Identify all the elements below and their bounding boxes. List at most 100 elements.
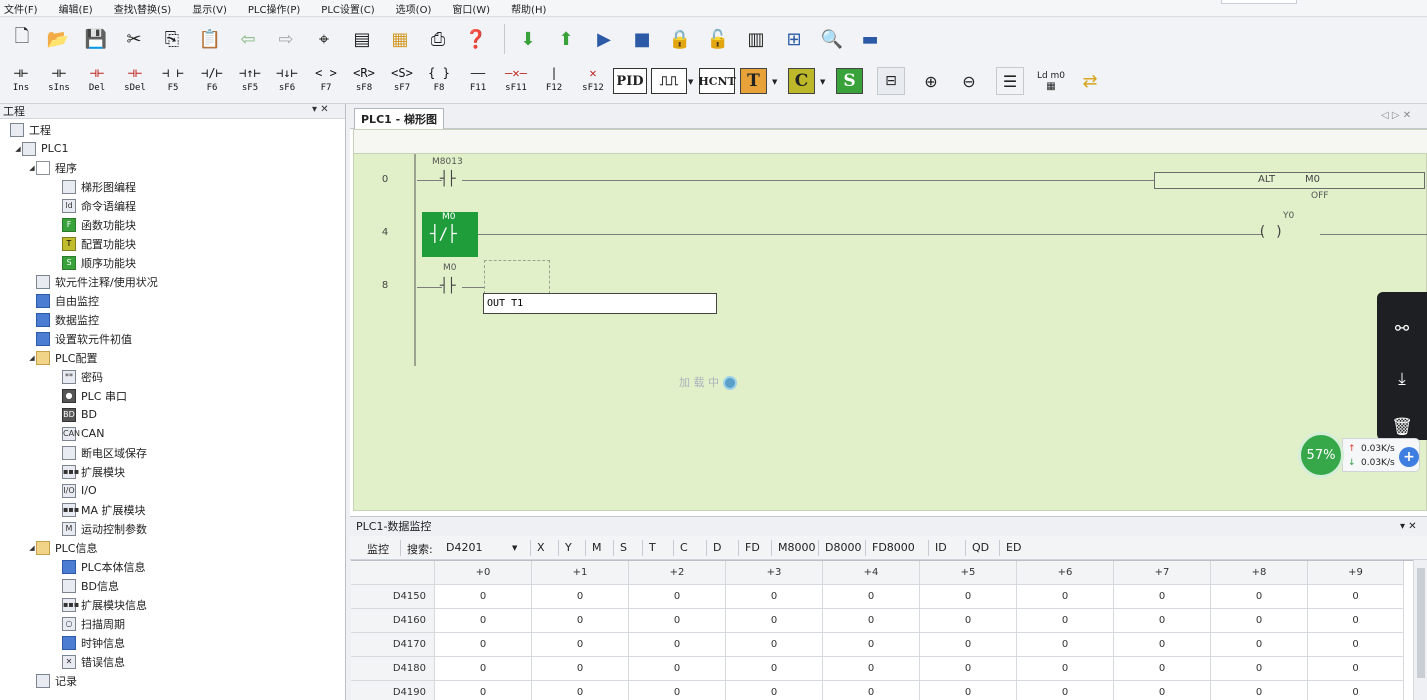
- filter-id[interactable]: ID: [935, 541, 947, 554]
- search-dropdown-icon[interactable]: ▼: [512, 544, 517, 552]
- value-cell[interactable]: 0: [726, 681, 823, 700]
- value-cell[interactable]: 0: [532, 681, 629, 700]
- value-cell[interactable]: 0: [1308, 657, 1404, 681]
- ladder-tool-f11[interactable]: —— F11: [461, 64, 495, 100]
- tree-item[interactable]: 工程: [0, 120, 51, 139]
- upload-from-plc-icon[interactable]: ⬆: [552, 25, 580, 53]
- inspect-icon[interactable]: 🔍: [818, 25, 846, 53]
- menu-item-5[interactable]: PLC设置(C): [321, 1, 374, 16]
- step-button[interactable]: S: [836, 68, 863, 94]
- counter-dropdown-icon[interactable]: ▼: [820, 78, 825, 86]
- menu-item-3[interactable]: 显示(V): [192, 1, 227, 16]
- value-cell[interactable]: 0: [1211, 609, 1308, 633]
- ladder-tool-f7[interactable]: < > F7: [309, 64, 343, 100]
- ladder-tool-sf5[interactable]: ⊣↑⊢ sF5: [233, 64, 267, 100]
- tab-nav-controls[interactable]: ◁ ▷ ✕: [1381, 110, 1411, 121]
- value-cell[interactable]: 0: [823, 585, 920, 609]
- value-cell[interactable]: 0: [1114, 657, 1211, 681]
- tree-item[interactable]: S 顺序功能块: [0, 253, 136, 272]
- filter-d8000[interactable]: D8000: [825, 541, 861, 554]
- open-folder-icon[interactable]: 📂: [44, 25, 72, 53]
- menu-item-2[interactable]: 查找\替换(S): [114, 1, 172, 16]
- ladder-tool-sins[interactable]: ⊣⊢ sIns: [42, 64, 76, 100]
- filter-c[interactable]: C: [680, 541, 688, 554]
- convert-icon[interactable]: ⇄: [1076, 67, 1104, 95]
- pulse-dropdown-icon[interactable]: ▼: [688, 78, 693, 86]
- download-to-plc-icon[interactable]: ⬇: [514, 25, 542, 53]
- tree-item[interactable]: ● PLC 串口: [0, 386, 127, 405]
- monitor-toggle[interactable]: 监控: [367, 541, 389, 557]
- share-icon[interactable]: ⚯: [1389, 316, 1415, 342]
- value-cell[interactable]: 0: [1211, 681, 1308, 700]
- value-cell[interactable]: 0: [629, 657, 726, 681]
- filter-s[interactable]: S: [620, 541, 627, 554]
- value-cell[interactable]: 0: [629, 681, 726, 700]
- rung-0-function-box[interactable]: ALT M0: [1154, 172, 1425, 189]
- ladder-tool-sf11[interactable]: —✕— sF11: [499, 64, 533, 100]
- value-cell[interactable]: 0: [1017, 609, 1114, 633]
- value-cell[interactable]: 0: [435, 585, 532, 609]
- rung-1-nc-contact[interactable]: ┤/├: [430, 224, 457, 243]
- tree-item[interactable]: 自由监控: [0, 291, 99, 310]
- boost-plus-icon[interactable]: +: [1399, 447, 1419, 467]
- value-cell[interactable]: 0: [1017, 585, 1114, 609]
- value-cell[interactable]: 0: [435, 633, 532, 657]
- tree-item[interactable]: 断电区域保存: [0, 443, 147, 462]
- tree-expand-icon[interactable]: ◢: [28, 354, 36, 362]
- ladder-tool-sf6[interactable]: ⊣↓⊢ sF6: [270, 64, 304, 100]
- value-cell[interactable]: 0: [726, 657, 823, 681]
- rung-1-coil[interactable]: ( ): [1258, 224, 1283, 240]
- rung-0-contact[interactable]: ┤├: [440, 171, 456, 187]
- filter-fd8000[interactable]: FD8000: [872, 541, 915, 554]
- value-cell[interactable]: 0: [1308, 585, 1404, 609]
- tree-item[interactable]: CAN CAN: [0, 424, 104, 443]
- rung-2-contact[interactable]: ┤├: [440, 278, 456, 294]
- value-cell[interactable]: 0: [435, 609, 532, 633]
- cut-icon[interactable]: ✂: [120, 25, 148, 53]
- tree-item[interactable]: 记录: [0, 671, 77, 690]
- copy-icon[interactable]: ⎘: [158, 25, 186, 53]
- value-cell[interactable]: 0: [435, 657, 532, 681]
- tree-item[interactable]: 软元件注释/使用状况: [0, 272, 158, 291]
- counter-button[interactable]: C: [788, 68, 815, 94]
- value-cell[interactable]: 0: [1017, 657, 1114, 681]
- value-cell[interactable]: 0: [1308, 609, 1404, 633]
- value-cell[interactable]: 0: [823, 657, 920, 681]
- tree-item[interactable]: ◢ PLC配置: [0, 348, 97, 367]
- ladder-tool-sf8[interactable]: <R> sF8: [347, 64, 381, 100]
- menu-item-4[interactable]: PLC操作(P): [248, 1, 300, 16]
- tree-item[interactable]: 时钟信息: [0, 633, 125, 652]
- filter-y[interactable]: Y: [565, 541, 572, 554]
- tree-item[interactable]: BD信息: [0, 576, 119, 595]
- value-cell[interactable]: 0: [823, 681, 920, 700]
- run-icon[interactable]: ▶: [590, 25, 618, 53]
- tree-item[interactable]: ** 密码: [0, 367, 103, 386]
- timer-dropdown-icon[interactable]: ▼: [772, 78, 777, 86]
- filter-fd[interactable]: FD: [745, 541, 760, 554]
- filter-ed[interactable]: ED: [1006, 541, 1021, 554]
- tree-expand-icon[interactable]: ◢: [28, 164, 36, 172]
- value-cell[interactable]: 0: [726, 609, 823, 633]
- value-cell[interactable]: 0: [532, 585, 629, 609]
- value-cell[interactable]: 0: [1211, 585, 1308, 609]
- zoom-in-icon[interactable]: ⊕: [917, 67, 945, 95]
- value-cell[interactable]: 0: [629, 585, 726, 609]
- download-icon[interactable]: ⤓: [1389, 366, 1415, 392]
- scroll-thumb[interactable]: [1417, 568, 1425, 678]
- menu-item-6[interactable]: 选项(O): [396, 1, 432, 16]
- value-cell[interactable]: 0: [823, 609, 920, 633]
- pulse-button[interactable]: ⎍⎍: [651, 68, 687, 94]
- value-cell[interactable]: 0: [920, 633, 1017, 657]
- tree-item[interactable]: ✕ 错误信息: [0, 652, 125, 671]
- filter-qd[interactable]: QD: [972, 541, 989, 554]
- tree-item[interactable]: ○ 扫描周期: [0, 614, 125, 633]
- menu-item-0[interactable]: 文件(F): [4, 1, 38, 16]
- menu-item-7[interactable]: 窗口(W): [452, 1, 490, 16]
- tree-item[interactable]: BD BD: [0, 405, 97, 424]
- tree-item[interactable]: PLC本体信息: [0, 557, 145, 576]
- back-arrow-icon[interactable]: ⇦: [234, 25, 262, 53]
- unlock-icon[interactable]: 🔓: [704, 25, 732, 53]
- value-cell[interactable]: 0: [1114, 609, 1211, 633]
- filter-d[interactable]: D: [713, 541, 721, 554]
- pid-button[interactable]: PID: [613, 68, 647, 94]
